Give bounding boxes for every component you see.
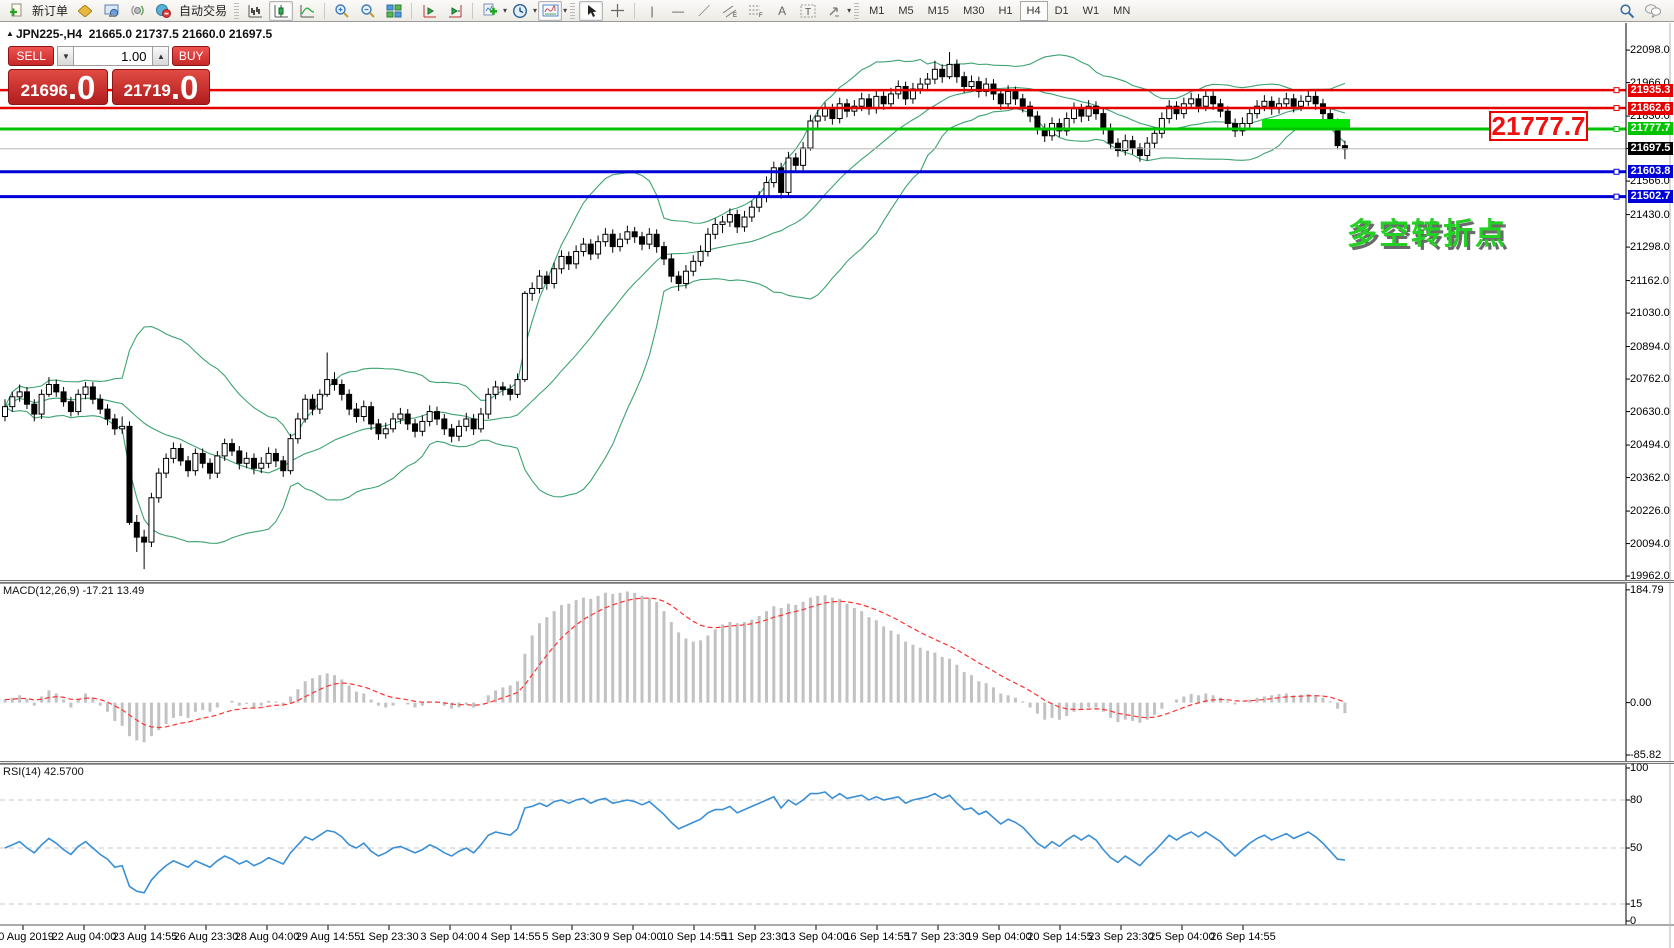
- sell-price-big: .0: [68, 74, 96, 102]
- date-label: 5 Sep 23:30: [542, 931, 601, 943]
- date-label: 1 Sep 23:30: [359, 931, 418, 943]
- rsi-axis-label: 15: [1630, 898, 1672, 910]
- date-label: 11 Sep 23:30: [723, 931, 788, 943]
- price-tag: 21935.3: [1628, 84, 1673, 97]
- price-tick-label: 21430.0: [1630, 209, 1672, 221]
- buy-price-main: 21719: [124, 82, 171, 99]
- volume-down-button[interactable]: ▼: [57, 46, 74, 66]
- sell-button[interactable]: SELL: [8, 46, 54, 66]
- date-label: 17 Sep 23:30: [905, 931, 970, 943]
- sell-price-box[interactable]: 21696.0: [8, 69, 108, 105]
- macd-label: MACD(12,26,9) -17.21 13.49: [3, 585, 144, 597]
- date-label: 13 Sep 04:00: [783, 931, 848, 943]
- rsi-axis-label: 80: [1630, 794, 1672, 806]
- price-tick-label: 21298.0: [1630, 241, 1672, 253]
- date-label: 20 Aug 2019: [0, 931, 54, 943]
- price-tag: 21777.7: [1628, 122, 1673, 135]
- buy-price-box[interactable]: 21719.0: [112, 69, 210, 105]
- price-tick-label: 20362.0: [1630, 472, 1672, 484]
- date-label: 26 Aug 23:30: [174, 931, 239, 943]
- date-label: 20 Sep 14:55: [1027, 931, 1092, 943]
- date-label: 29 Aug 14:55: [296, 931, 361, 943]
- date-label: 23 Aug 14:55: [113, 931, 178, 943]
- symbol-name: JPN225-,H4: [16, 27, 82, 41]
- date-label: 25 Sep 04:00: [1149, 931, 1214, 943]
- macd-axis-label: 184.79: [1630, 584, 1672, 596]
- date-label: 3 Sep 04:00: [420, 931, 479, 943]
- price-tag: 21697.5: [1628, 142, 1673, 155]
- price-tick-label: 20894.0: [1630, 341, 1672, 353]
- date-label: 26 Sep 14:55: [1210, 931, 1275, 943]
- rsi-axis-label: 100: [1630, 762, 1672, 774]
- macd-axis-label: -85.82: [1630, 749, 1672, 761]
- price-callout-box[interactable]: 21777.7: [1489, 111, 1588, 141]
- one-click-trading-panel: SELL ▼ 1.00 ▲ BUY 21696.0 21719.0: [8, 46, 210, 105]
- sell-price-main: 21696: [21, 82, 68, 99]
- price-tick-label: 19962.0: [1630, 570, 1672, 582]
- price-tick-label: 20630.0: [1630, 406, 1672, 418]
- rsi-label: RSI(14) 42.5700: [3, 766, 84, 778]
- buy-button[interactable]: BUY: [172, 46, 210, 66]
- date-label: 28 Aug 04:00: [235, 931, 300, 943]
- date-label: 10 Sep 14:55: [661, 931, 726, 943]
- volume-up-button[interactable]: ▲: [152, 46, 169, 66]
- price-tick-label: 21030.0: [1630, 307, 1672, 319]
- date-label: 9 Sep 04:00: [603, 931, 662, 943]
- price-tick-label: 20226.0: [1630, 505, 1672, 517]
- price-tag: 21502.7: [1628, 190, 1673, 203]
- rsi-axis-label: 50: [1630, 842, 1672, 854]
- rsi-axis-label: 0: [1630, 915, 1672, 927]
- buy-price-big: .0: [171, 74, 199, 102]
- price-tick-label: 20494.0: [1630, 439, 1672, 451]
- price-tick-label: 20762.0: [1630, 373, 1672, 385]
- macd-axis-label: 0.00: [1630, 697, 1672, 709]
- symbol-header: JPN225-,H4 21665.0 21737.5 21660.0 21697…: [16, 27, 272, 41]
- date-label: 23 Sep 23:30: [1088, 931, 1153, 943]
- one-click-collapse-arrow[interactable]: ▲: [6, 29, 14, 38]
- date-label: 4 Sep 14:55: [481, 931, 540, 943]
- chinese-annotation: 多空转折点: [1347, 209, 1507, 253]
- price-tag: 21862.6: [1628, 102, 1673, 115]
- price-tick-label: 21162.0: [1630, 275, 1672, 287]
- pane-separator-macd[interactable]: [0, 580, 1674, 583]
- price-tick-label: 22098.0: [1630, 44, 1672, 56]
- date-label: 16 Sep 14:55: [844, 931, 909, 943]
- macd-signal-line: [5, 598, 1345, 727]
- chart-canvas[interactable]: [0, 0, 1674, 948]
- pane-separator-rsi[interactable]: [0, 761, 1674, 764]
- price-tick-label: 20094.0: [1630, 538, 1672, 550]
- price-tag: 21603.8: [1628, 165, 1673, 178]
- rsi-line: [5, 792, 1345, 893]
- date-label: 22 Aug 04:00: [52, 931, 117, 943]
- symbol-ohlc: 21665.0 21737.5 21660.0 21697.5: [89, 27, 273, 41]
- date-label: 19 Sep 04:00: [966, 931, 1031, 943]
- volume-input[interactable]: 1.00: [74, 46, 152, 66]
